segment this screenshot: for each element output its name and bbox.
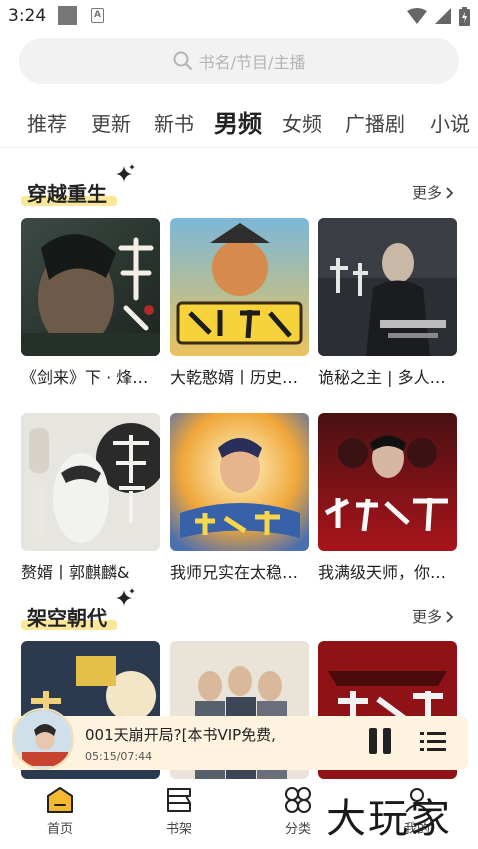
book-cover[interactable] xyxy=(170,218,309,356)
tab-female[interactable]: 女频 xyxy=(282,108,322,137)
book-title: 《剑来》下 · 烽火戏诸侯 xyxy=(21,368,160,387)
section-title: 穿越重生 xyxy=(27,182,107,206)
search-icon xyxy=(173,51,192,70)
player-track-title: 001天崩开局?[本书VIP免费, xyxy=(85,726,276,744)
status-time: 3:24 xyxy=(8,6,47,26)
playlist-icon[interactable] xyxy=(420,730,446,754)
search-placeholder: 书名/节目/主播 xyxy=(198,53,306,72)
section-title: 架空朝代 xyxy=(27,606,107,630)
notification-icon xyxy=(58,6,77,25)
book-title: 大乾憨婿丨历史架空 xyxy=(170,368,309,387)
player-progress-time: 05:15/07:44 xyxy=(85,750,153,763)
tab-updates[interactable]: 更新 xyxy=(91,108,131,137)
signal-icon xyxy=(435,8,451,24)
battery-icon xyxy=(459,6,470,26)
more-link[interactable]: 更多 xyxy=(412,606,454,627)
section-header: 架空朝代 更多 xyxy=(0,588,478,642)
bookshelf-icon xyxy=(167,788,191,812)
sparkle-icon xyxy=(116,164,135,182)
chevron-right-icon xyxy=(446,186,454,199)
book-cover[interactable] xyxy=(21,413,160,551)
book-title: 赘婿丨郭麒麟& xyxy=(21,563,130,582)
book-card[interactable]: 我师兄实在太稳健了 xyxy=(170,413,309,583)
category-tabs: 推荐 更新 新书 男频 女频 广播剧 小说 xyxy=(0,96,478,148)
tab-recommend[interactable]: 推荐 xyxy=(27,108,67,137)
player-artwork[interactable] xyxy=(12,708,74,770)
tab-new-books[interactable]: 新书 xyxy=(154,108,194,137)
book-title: 我满级天师，你让我进规则怪谈 xyxy=(318,563,457,582)
more-label: 更多 xyxy=(411,608,442,626)
tab-radio-drama[interactable]: 广播剧 xyxy=(345,108,405,137)
chevron-right-icon xyxy=(446,610,454,623)
sparkle-icon xyxy=(116,588,135,606)
nav-home[interactable]: 首页 xyxy=(30,786,90,837)
book-title: 我师兄实在太稳健了 xyxy=(170,563,309,582)
nav-bookshelf[interactable]: 书架 xyxy=(149,786,209,837)
app-notification-icon: A xyxy=(91,8,104,23)
book-card[interactable]: 《剑来》下 · 烽火戏诸侯 xyxy=(21,218,160,388)
search-bar[interactable]: 书名/节目/主播 xyxy=(19,38,459,84)
home-icon xyxy=(47,787,73,813)
nav-home-label: 首页 xyxy=(46,822,73,837)
more-label: 更多 xyxy=(411,184,442,202)
category-icon xyxy=(285,787,311,813)
book-cover[interactable] xyxy=(170,413,309,551)
section-header: 穿越重生 更多 xyxy=(0,164,478,218)
tab-novel[interactable]: 小说 xyxy=(430,108,470,137)
status-bar: 3:24 A xyxy=(0,0,478,32)
book-cover[interactable] xyxy=(21,218,160,356)
book-cover[interactable] xyxy=(318,218,457,356)
book-cover[interactable] xyxy=(318,413,457,551)
nav-category[interactable]: 分类 xyxy=(268,786,328,837)
book-card[interactable]: 我满级天师，你让我进规则怪谈 xyxy=(318,413,457,583)
wifi-icon xyxy=(407,8,427,24)
tab-male[interactable]: 男频 xyxy=(214,104,262,139)
more-link[interactable]: 更多 xyxy=(412,182,454,203)
watermark: 大玩家 xyxy=(326,796,452,842)
book-card[interactable]: 大乾憨婿丨历史架空 xyxy=(170,218,309,388)
book-title: 诡秘之主 | 多人有声剧 xyxy=(318,368,457,387)
book-card[interactable]: 诡秘之主 | 多人有声剧 xyxy=(318,218,457,388)
book-card[interactable]: 赘婿丨郭麒麟& xyxy=(21,413,160,583)
nav-category-label: 分类 xyxy=(284,822,311,837)
nav-bookshelf-label: 书架 xyxy=(165,822,192,837)
pause-button[interactable] xyxy=(366,728,394,756)
